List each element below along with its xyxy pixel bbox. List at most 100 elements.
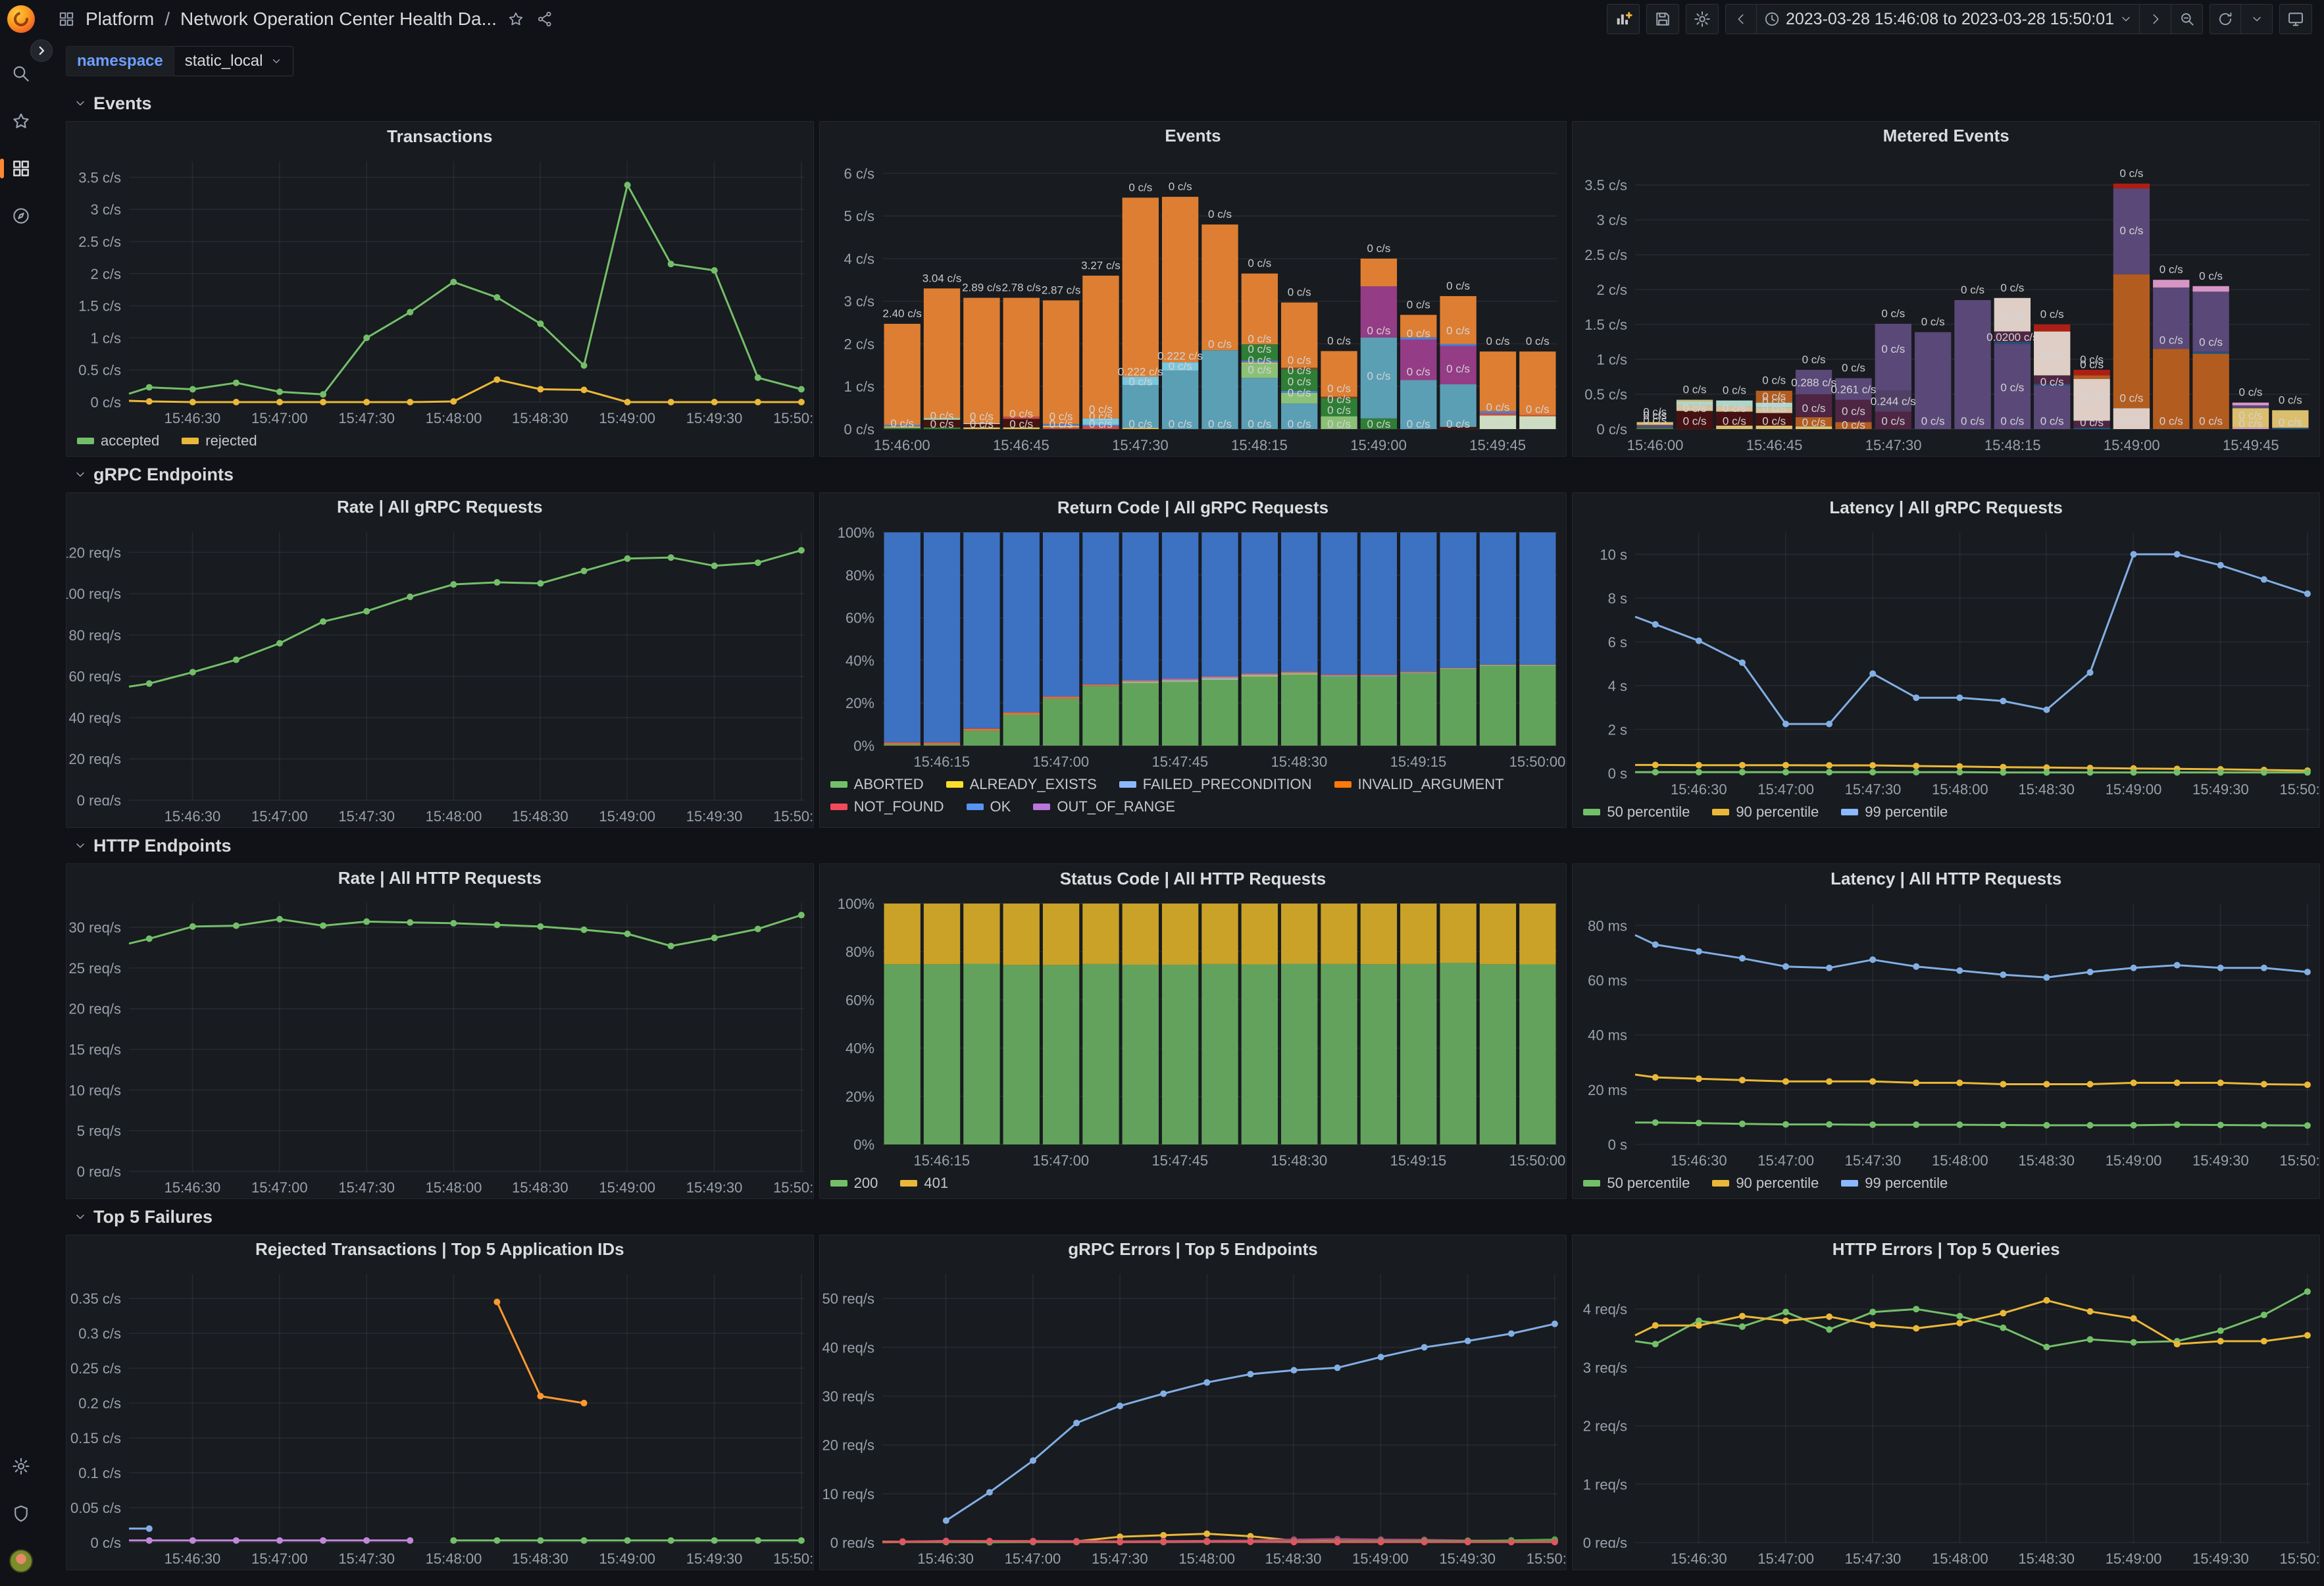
svg-text:60 req/s: 60 req/s [69,669,122,685]
chart-grpc-errors-top5[interactable]: 0 req/s10 req/s20 req/s30 req/s40 req/s5… [820,1264,1567,1548]
svg-text:0 c/s: 0 c/s [1208,208,1232,220]
variable-namespace-dropdown[interactable]: static_local [174,46,294,76]
panel-title[interactable]: Transactions [66,122,813,151]
starred-icon[interactable] [9,109,33,133]
section-header-events[interactable]: Events [66,86,2320,121]
kiosk-mode-button[interactable] [2279,4,2312,34]
svg-text:0 c/s: 0 c/s [1526,335,1550,347]
legend-item[interactable]: 99 percentile [1841,1175,1948,1192]
panel-title[interactable]: Metered Events [1573,122,2319,150]
section-header-http-endpoints[interactable]: HTTP Endpoints [66,828,2320,863]
svg-text:0 c/s: 0 c/s [1723,384,1746,396]
admin-shield-icon[interactable] [9,1502,33,1525]
add-panel-button[interactable] [1607,4,1640,34]
chart-http-errors-top5[interactable]: 0 req/s1 req/s2 req/s3 req/s4 req/s [1573,1264,2319,1548]
chart-grpc-return[interactable]: 0%20%40%60%80%100% [820,522,1567,751]
svg-text:0 c/s: 0 c/s [1526,403,1550,415]
panel-grpc-errors-top5: gRPC Errors | Top 5 Endpoints0 req/s10 r… [819,1235,1567,1570]
refresh-interval-dropdown[interactable] [2241,4,2273,34]
legend-item[interactable]: rejected [182,432,257,449]
panel-row-grpc: Rate | All gRPC Requests0 req/s20 req/s4… [66,492,2320,828]
svg-text:4 req/s: 4 req/s [1583,1301,1627,1317]
svg-text:0 c/s: 0 c/s [1842,362,1865,374]
svg-text:0 c/s: 0 c/s [2160,263,2183,276]
user-avatar[interactable] [9,1549,33,1573]
svg-text:2.89 c/s: 2.89 c/s [962,281,1001,294]
panel-title[interactable]: Status Code | All HTTP Requests [820,864,1567,893]
panel-title[interactable]: Rate | All HTTP Requests [66,864,813,892]
legend-item[interactable]: OK [967,798,1011,815]
explore-compass-icon[interactable] [9,204,33,228]
chart-http-latency[interactable]: 0 s20 ms40 ms60 ms80 ms [1573,893,2319,1150]
svg-text:0 c/s: 0 c/s [1961,415,1984,427]
legend-item[interactable]: ALREADY_EXISTS [946,776,1097,793]
star-icon[interactable] [506,9,526,29]
save-dashboard-button[interactable] [1646,4,1679,34]
svg-text:30 req/s: 30 req/s [822,1388,874,1404]
legend-item[interactable]: OUT_OF_RANGE [1033,798,1175,815]
chart-http-rate[interactable]: 0 req/s5 req/s10 req/s15 req/s20 req/s25… [66,892,813,1177]
chart-grpc-latency[interactable]: 0 s2 s4 s6 s8 s10 s [1573,522,2319,779]
time-range-picker[interactable]: 2023-03-28 15:46:08 to 2023-03-28 15:50:… [1757,4,2140,34]
variable-value: static_local [185,52,263,70]
legend-item[interactable]: 99 percentile [1841,804,1948,821]
sidebar-expand-button[interactable] [30,39,53,62]
legend-label: 200 [854,1175,878,1192]
time-shift-forward-button[interactable] [2140,4,2171,34]
zoom-out-button[interactable] [2171,4,2203,34]
svg-text:0 c/s: 0 c/s [1287,386,1311,399]
svg-text:0%: 0% [853,1137,874,1150]
legend-item[interactable]: ABORTED [830,776,924,793]
dashboard-settings-button[interactable] [1686,4,1719,34]
chart-grpc-rate[interactable]: 0 req/s20 req/s40 req/s60 req/s80 req/s1… [66,521,813,806]
panel-title[interactable]: Rate | All gRPC Requests [66,493,813,521]
panel-title[interactable]: gRPC Errors | Top 5 Endpoints [820,1235,1567,1264]
svg-text:0 c/s: 0 c/s [1446,363,1470,375]
panel-title[interactable]: Return Code | All gRPC Requests [820,493,1567,522]
panel-title[interactable]: Rejected Transactions | Top 5 Applicatio… [66,1235,813,1264]
chart-metered[interactable]: 0 c/s0.5 c/s1 c/s1.5 c/s2 c/s2.5 c/s3 c/… [1573,150,2319,434]
x-axis: 15:46:3015:47:0015:47:3015:48:0015:48:30… [66,1548,813,1570]
legend-item[interactable]: 401 [900,1175,948,1192]
panel-title[interactable]: Latency | All HTTP Requests [1573,864,2319,893]
legend-item[interactable]: 200 [830,1175,878,1192]
panel-title[interactable]: Latency | All gRPC Requests [1573,493,2319,522]
legend-label: OK [990,798,1011,815]
legend-item[interactable]: accepted [77,432,159,449]
chart-http-status[interactable]: 0%20%40%60%80%100% [820,893,1567,1150]
svg-text:100%: 100% [837,524,874,541]
page-title[interactable]: Network Operation Center Health Da... [180,9,497,30]
svg-text:30 req/s: 30 req/s [69,919,122,936]
svg-text:0 c/s: 0 c/s [1446,418,1470,430]
dashboards-icon[interactable] [9,157,33,180]
variable-label: namespace [66,46,174,76]
legend-item[interactable]: 50 percentile [1583,1175,1690,1192]
refresh-button[interactable] [2210,4,2241,34]
panel-title[interactable]: Events [820,122,1567,150]
time-shift-back-button[interactable] [1725,4,1757,34]
x-axis: 15:46:3015:47:0015:47:3015:48:0015:48:30… [66,1177,813,1198]
settings-gear-icon[interactable] [9,1454,33,1478]
grafana-logo[interactable] [7,5,35,33]
legend-item[interactable]: 90 percentile [1712,1175,1819,1192]
legend-item[interactable]: NOT_FOUND [830,798,944,815]
svg-text:0.244 c/s: 0.244 c/s [1871,395,1916,407]
legend-item[interactable]: 50 percentile [1583,804,1690,821]
chart-transactions[interactable]: 0 c/s0.5 c/s1 c/s1.5 c/s2 c/s2.5 c/s3 c/… [66,151,813,407]
svg-text:0 c/s: 0 c/s [1406,418,1430,430]
share-icon[interactable] [535,9,555,29]
section-header-grpc-endpoints[interactable]: gRPC Endpoints [66,457,2320,492]
breadcrumb-app[interactable]: Platform [86,9,154,30]
svg-text:0 req/s: 0 req/s [77,792,121,806]
legend-item[interactable]: FAILED_PRECONDITION [1119,776,1312,793]
legend-item[interactable]: INVALID_ARGUMENT [1334,776,1504,793]
search-icon[interactable] [9,62,33,86]
chart-rejected-top5[interactable]: 0 c/s0.05 c/s0.1 c/s0.15 c/s0.2 c/s0.25 … [66,1264,813,1548]
section-header-top5-failures[interactable]: Top 5 Failures [66,1199,2320,1235]
svg-text:0 c/s: 0 c/s [1446,280,1470,292]
svg-text:0 c/s: 0 c/s [2040,376,2064,388]
svg-text:0 c/s: 0 c/s [2160,334,2183,346]
panel-title[interactable]: HTTP Errors | Top 5 Queries [1573,1235,2319,1264]
chart-events[interactable]: 0 c/s1 c/s2 c/s3 c/s4 c/s5 c/s6 c/s2.40 … [820,150,1567,434]
legend-item[interactable]: 90 percentile [1712,804,1819,821]
